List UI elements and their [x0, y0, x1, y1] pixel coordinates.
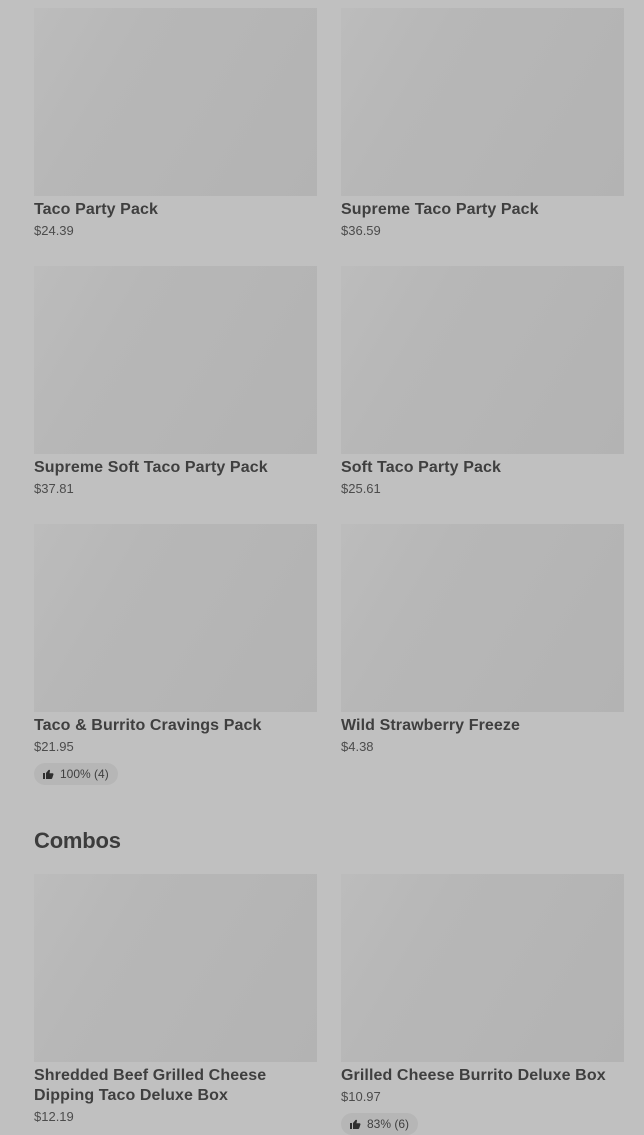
- menu-item-card[interactable]: Soft Taco Party Pack $25.61: [341, 266, 624, 524]
- menu-item-price: $21.95: [34, 739, 74, 754]
- menu-item-image: [341, 524, 624, 712]
- menu-item-title: Taco Party Pack: [34, 201, 158, 218]
- menu-item-price: $24.39: [34, 223, 74, 238]
- rating-text: 83% (6): [367, 1117, 410, 1131]
- menu-item-title: Supreme Soft Taco Party Pack: [34, 459, 268, 476]
- menu-item-price: $12.19: [34, 1109, 74, 1124]
- menu-item-card[interactable]: Supreme Soft Taco Party Pack $37.81: [34, 266, 317, 524]
- menu-item-title: Wild Strawberry Freeze: [341, 717, 521, 734]
- menu-item-card[interactable]: Shredded Beef Grilled Cheese Dipping Tac…: [34, 874, 317, 1132]
- menu-item-card[interactable]: Supreme Taco Party Pack $36.59: [341, 8, 624, 266]
- menu-item-card[interactable]: Wild Strawberry Freeze $4.38: [341, 524, 624, 782]
- menu-item-price: $10.97: [341, 1089, 381, 1104]
- rating-badge: 83% (6): [341, 1113, 419, 1135]
- menu-item-image: [34, 266, 317, 454]
- menu-item-image: [341, 874, 624, 1062]
- menu-item-image: [34, 524, 317, 712]
- rating-text: 100% (4): [60, 767, 109, 781]
- thumbs-up-icon: [350, 1119, 361, 1129]
- menu-item-title: Taco & Burrito Cravings Pack: [34, 717, 262, 734]
- menu-item-title: Grilled Cheese Burrito Deluxe Box: [341, 1067, 606, 1084]
- menu-item-card[interactable]: Grilled Cheese Burrito Deluxe Box $10.97…: [341, 874, 624, 1135]
- menu-item-price: $36.59: [341, 223, 381, 238]
- menu-item-price: $25.61: [341, 481, 381, 496]
- menu-item-card[interactable]: Taco Party Pack $24.39: [34, 8, 317, 266]
- menu-item-image: [341, 266, 624, 454]
- rating-badge: 100% (4): [34, 763, 118, 785]
- menu-item-title: Soft Taco Party Pack: [341, 459, 501, 476]
- menu-item-price: $37.81: [34, 481, 74, 496]
- menu-item-card[interactable]: Taco & Burrito Cravings Pack $21.95 100%…: [34, 524, 317, 785]
- menu-item-image: [34, 874, 317, 1062]
- menu-item-image: [341, 8, 624, 196]
- section-title-combos: Combos: [34, 828, 121, 853]
- thumbs-up-icon: [43, 769, 54, 779]
- party-packs-grid: Taco Party Pack $24.39 Supreme Taco Part…: [34, 8, 624, 785]
- menu-item-price: $4.38: [341, 739, 374, 754]
- combos-grid: Shredded Beef Grilled Cheese Dipping Tac…: [34, 874, 624, 1135]
- menu-item-title: Shredded Beef Grilled Cheese Dipping Tac…: [34, 1067, 267, 1104]
- menu-item-title: Supreme Taco Party Pack: [341, 201, 539, 218]
- menu-item-image: [34, 8, 317, 196]
